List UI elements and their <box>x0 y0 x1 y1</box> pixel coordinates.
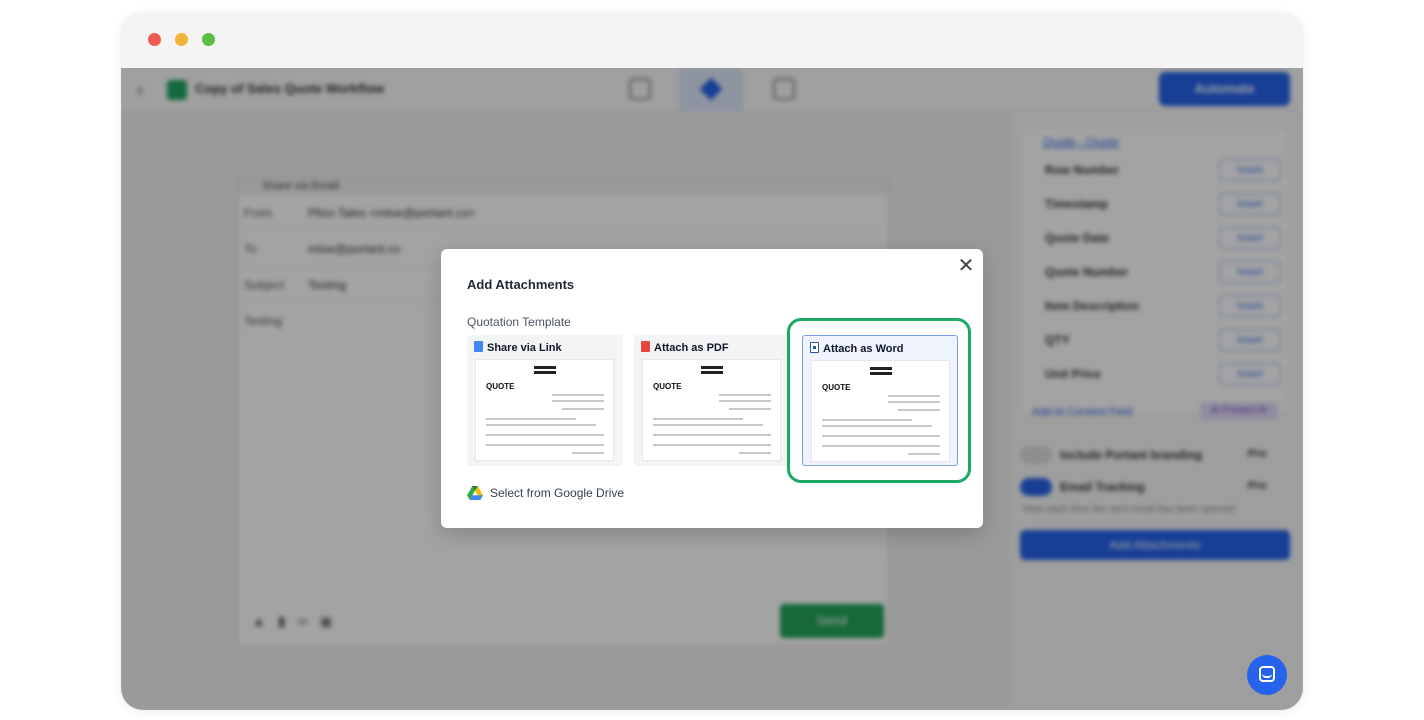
option-label: Share via Link <box>474 341 562 354</box>
chat-support-button[interactable] <box>1247 655 1287 695</box>
section-label: Quotation Template <box>467 315 571 329</box>
thumbnail-quote-title: QUOTE <box>486 382 515 391</box>
option-text: Share via Link <box>487 342 562 354</box>
pdf-icon <box>641 341 650 352</box>
modal-title: Add Attachments <box>467 277 575 292</box>
company-logo <box>534 366 556 376</box>
option-attach-as-pdf[interactable]: Attach as PDF QUOTE <box>634 335 790 466</box>
company-logo <box>701 366 723 376</box>
minimize-window-button[interactable] <box>175 33 188 46</box>
google-doc-icon <box>474 341 483 352</box>
option-share-via-link[interactable]: Share via Link QUOTE <box>467 335 623 466</box>
option-text: Attach as PDF <box>654 342 729 354</box>
option-label: Attach as PDF <box>641 341 729 354</box>
template-thumbnail: QUOTE <box>475 359 614 461</box>
google-drive-label: Select from Google Drive <box>490 486 625 500</box>
google-drive-icon <box>467 486 483 500</box>
template-thumbnail: QUOTE <box>642 359 781 461</box>
window-titlebar <box>121 12 1303 68</box>
maximize-window-button[interactable] <box>202 33 215 46</box>
close-window-button[interactable] <box>148 33 161 46</box>
selection-highlight-ring <box>787 318 971 483</box>
close-icon[interactable]: ✕ <box>956 256 976 276</box>
thumbnail-quote-title: QUOTE <box>653 382 682 391</box>
